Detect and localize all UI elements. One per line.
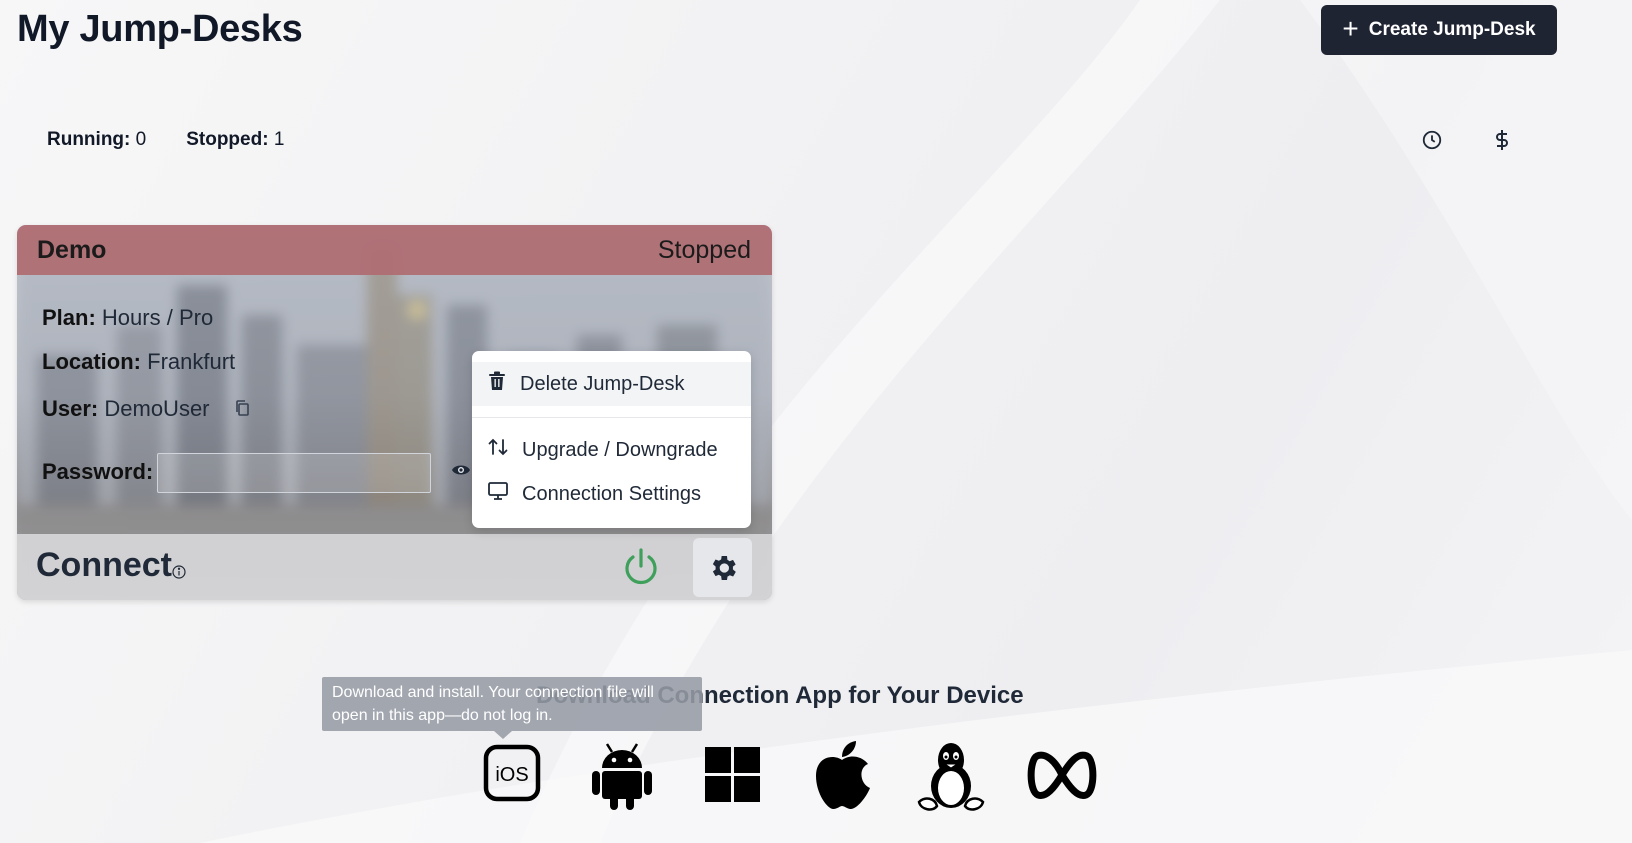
- create-jump-desk-button[interactable]: + Create Jump-Desk: [1321, 5, 1557, 55]
- menu-item-connection-settings[interactable]: Connection Settings: [472, 472, 751, 516]
- linux-icon[interactable]: [915, 740, 987, 817]
- menu-item-label: Connection Settings: [522, 482, 702, 505]
- location-field: Location: Frankfurt: [42, 349, 235, 375]
- connect-button[interactable]: Connect: [36, 546, 172, 585]
- running-label: Running:: [47, 129, 131, 150]
- menu-divider: [472, 417, 751, 418]
- password-field[interactable]: [157, 453, 431, 493]
- stopped-count: 1: [273, 129, 285, 150]
- running-stat: Running: 0: [47, 129, 146, 151]
- svg-text:iOS: iOS: [495, 764, 528, 786]
- running-count: 0: [135, 129, 147, 150]
- monitor-icon: [488, 481, 508, 507]
- ios-tooltip: Download and install. Your connection fi…: [322, 677, 702, 739]
- android-icon[interactable]: [590, 740, 654, 815]
- apple-icon[interactable]: [812, 740, 872, 815]
- arrows-up-down-icon: [488, 437, 508, 463]
- windows-icon[interactable]: [705, 747, 760, 807]
- menu-item-upgrade[interactable]: Upgrade / Downgrade: [472, 428, 751, 472]
- user-value: DemoUser: [104, 396, 210, 421]
- plan-label: Plan:: [42, 305, 96, 330]
- settings-button[interactable]: [693, 538, 752, 597]
- clock-icon[interactable]: [1418, 126, 1446, 154]
- status-badge: Stopped: [657, 235, 751, 264]
- power-button[interactable]: [621, 547, 661, 587]
- gear-icon: [712, 555, 736, 580]
- info-icon[interactable]: [172, 565, 186, 584]
- stopped-stat: Stopped: 1: [186, 129, 284, 151]
- plan-value: Hours / Pro: [101, 305, 214, 330]
- card-footer: Connect: [17, 534, 772, 600]
- location-label: Location:: [42, 349, 141, 374]
- status-summary: Running: 0 Stopped: 1: [47, 129, 284, 151]
- create-jump-desk-label: Create Jump-Desk: [1368, 19, 1536, 40]
- ios-icon[interactable]: iOS: [483, 744, 541, 807]
- desk-name: Demo: [37, 235, 107, 264]
- location-value: Frankfurt: [147, 349, 236, 374]
- user-label: User:: [42, 396, 99, 421]
- menu-item-label: Upgrade / Downgrade: [522, 438, 718, 461]
- menu-item-label: Delete Jump-Desk: [520, 372, 685, 395]
- eye-icon[interactable]: [451, 463, 471, 482]
- settings-menu: Delete Jump-Desk Upgrade / Downgrade Con…: [472, 351, 751, 528]
- user-field: User: DemoUser: [42, 396, 250, 423]
- meta-icon[interactable]: [1026, 748, 1098, 807]
- power-icon: [625, 548, 657, 585]
- plus-icon: +: [1342, 12, 1359, 44]
- plan-field: Plan: Hours / Pro: [42, 305, 213, 331]
- stopped-label: Stopped:: [186, 129, 269, 150]
- page-title: My Jump-Desks: [17, 8, 303, 50]
- copy-icon[interactable]: [234, 397, 250, 423]
- password-label: Password:: [42, 459, 154, 484]
- card-header: Demo Stopped: [17, 225, 772, 275]
- menu-item-delete[interactable]: Delete Jump-Desk: [472, 362, 751, 406]
- trash-icon: [488, 371, 506, 397]
- dollar-icon[interactable]: [1488, 126, 1516, 154]
